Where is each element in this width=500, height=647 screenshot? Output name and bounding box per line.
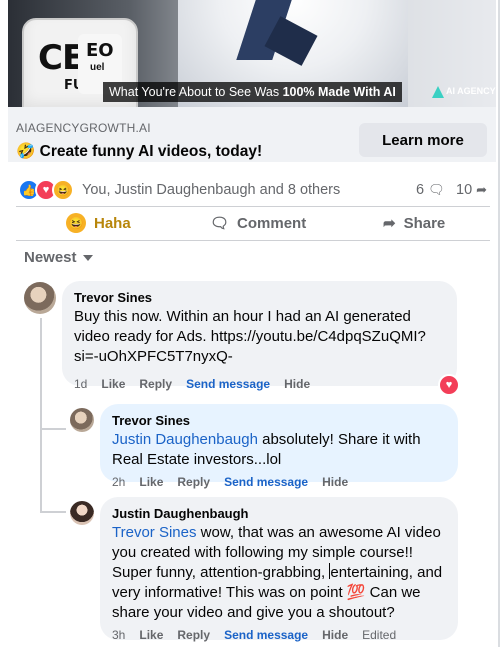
divider bbox=[16, 240, 490, 241]
reaction-icons[interactable]: 👍 ♥ 😆 bbox=[18, 179, 74, 201]
share-count-value: 10 bbox=[456, 182, 473, 198]
ad-headline-text: Create funny AI videos, today! bbox=[39, 143, 263, 160]
ad-headline: 🤣 Create funny AI videos, today! bbox=[16, 142, 262, 161]
love-reaction-icon[interactable]: ♥ bbox=[438, 374, 460, 396]
send-message-button[interactable]: Send message bbox=[186, 377, 270, 391]
send-message-button[interactable]: Send message bbox=[224, 475, 308, 489]
sort-comments-dropdown[interactable]: Newest bbox=[24, 249, 93, 266]
comment-author[interactable]: Trevor Sines bbox=[112, 412, 446, 430]
thread-line bbox=[40, 318, 42, 428]
edited-label[interactable]: Edited bbox=[362, 628, 396, 642]
caption-prefix: What You're About to See Was bbox=[109, 85, 283, 99]
comment-actions: 1d Like Reply Send message Hide bbox=[74, 377, 310, 391]
avatar[interactable] bbox=[70, 408, 94, 432]
sort-label: Newest bbox=[24, 249, 77, 266]
brand-watermark: AI AGENCY bbox=[432, 82, 496, 100]
comment-reply-button[interactable]: Reply bbox=[139, 377, 172, 391]
haha-label: Haha bbox=[94, 214, 131, 232]
comment-actions: 3h Like Reply Send message Hide Edited bbox=[112, 628, 396, 642]
share-icon: ➦ bbox=[383, 215, 396, 232]
share-button[interactable]: ➦ Share bbox=[383, 212, 445, 234]
comment-count[interactable]: 6 🗨 bbox=[416, 182, 445, 198]
avatar[interactable] bbox=[70, 501, 94, 525]
comment-reply-button[interactable]: Reply bbox=[177, 475, 210, 489]
share-count[interactable]: 10 ➦ bbox=[456, 182, 487, 198]
reactions-summary[interactable]: You, Justin Daughenbaugh and 8 others bbox=[82, 182, 340, 198]
share-label: Share bbox=[403, 214, 446, 232]
ad-domain: AIAGENCYGROWTH.AI bbox=[16, 121, 151, 135]
comment-hide-button[interactable]: Hide bbox=[322, 628, 348, 642]
comment-bubble: Trevor Sines Buy this now. Within an hou… bbox=[62, 281, 457, 386]
comment-reply-button[interactable]: Reply bbox=[177, 628, 210, 642]
haha-reaction-button[interactable]: 😆 Haha bbox=[66, 212, 131, 234]
comment-timestamp[interactable]: 1d bbox=[74, 377, 87, 391]
thread-line bbox=[40, 428, 66, 430]
comment-timestamp[interactable]: 3h bbox=[112, 628, 125, 642]
comment-like-button[interactable]: Like bbox=[139, 475, 163, 489]
comment-bubble: Trevor Sines Justin Daughenbaugh absolut… bbox=[100, 404, 458, 482]
divider bbox=[16, 206, 490, 207]
mention-link[interactable]: Justin Daughenbaugh bbox=[112, 431, 258, 448]
share-arrow-icon: ➦ bbox=[476, 182, 488, 197]
comment-author[interactable]: Justin Daughenbaugh bbox=[112, 505, 446, 523]
comment-icon: 🗨 bbox=[210, 215, 230, 232]
comment-hide-button[interactable]: Hide bbox=[284, 377, 310, 391]
comment-like-button[interactable]: Like bbox=[101, 377, 125, 391]
comment-text: Buy this now. Within an hour I had an AI… bbox=[74, 308, 426, 365]
mention-link[interactable]: Trevor Sines bbox=[112, 524, 196, 541]
brand-label: AI AGENCY bbox=[446, 86, 496, 96]
rofl-emoji-icon: 🤣 bbox=[16, 143, 36, 160]
comment-button[interactable]: 🗨 Comment bbox=[210, 212, 306, 234]
thread-line bbox=[40, 511, 66, 513]
send-message-button[interactable]: Send message bbox=[224, 628, 308, 642]
comment-timestamp[interactable]: 2h bbox=[112, 475, 125, 489]
thread-line bbox=[40, 430, 42, 513]
comment-count-value: 6 bbox=[416, 182, 425, 198]
comment-label: Comment bbox=[237, 214, 307, 232]
caret-down-icon bbox=[82, 255, 93, 262]
comment-actions: 2h Like Reply Send message Hide bbox=[112, 475, 348, 489]
can2-label-fuel: uel bbox=[90, 62, 105, 73]
video-caption: What You're About to See Was 100% Made W… bbox=[103, 82, 402, 102]
comment-hide-button[interactable]: Hide bbox=[322, 475, 348, 489]
learn-more-button[interactable]: Learn more bbox=[359, 123, 487, 157]
comment-author[interactable]: Trevor Sines bbox=[74, 289, 445, 307]
haha-icon: 😆 bbox=[52, 179, 74, 201]
avatar[interactable] bbox=[24, 282, 56, 314]
comment-bubble-icon: 🗨 bbox=[428, 182, 445, 197]
brand-logo-icon bbox=[432, 85, 444, 98]
comment-like-button[interactable]: Like bbox=[139, 628, 163, 642]
haha-emoji-icon: 😆 bbox=[66, 213, 86, 233]
caption-bold: 100% Made With AI bbox=[282, 85, 396, 99]
comment-bubble: Justin Daughenbaugh Trevor Sines wow, th… bbox=[100, 497, 458, 640]
can2-label-ceo: EO bbox=[86, 40, 114, 61]
